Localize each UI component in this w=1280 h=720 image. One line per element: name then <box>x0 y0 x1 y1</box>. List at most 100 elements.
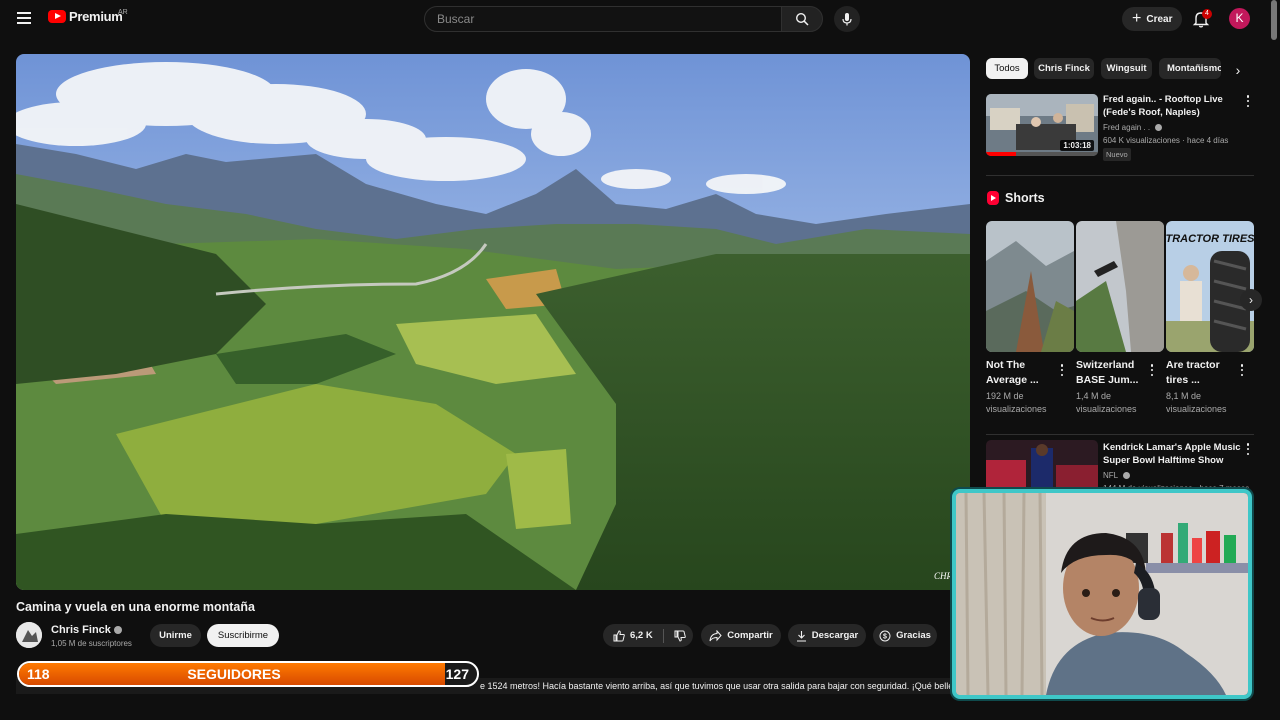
video-frame-mountain-landscape: CHRIS FINCK <box>16 54 970 590</box>
section-divider <box>986 175 1254 176</box>
short-views: 192 M de visualizaciones <box>986 390 1066 416</box>
download-button[interactable]: Descargar <box>788 624 866 647</box>
verified-icon <box>113 626 122 635</box>
short-thumbnail[interactable] <box>1076 221 1164 352</box>
chip-wingsuit[interactable]: Wingsuit <box>1101 58 1152 79</box>
top-bar: Premium AR + Crear 4 K <box>0 0 1280 38</box>
subscribe-label: Suscribirme <box>217 630 269 641</box>
short-title-line: Not The <box>986 359 1026 371</box>
channel-avatar[interactable] <box>16 622 42 648</box>
join-button[interactable]: Unirme <box>150 624 201 647</box>
short-title[interactable]: Switzerland BASE Jum... <box>1076 358 1148 388</box>
short-title-line: Switzerland <box>1076 359 1135 371</box>
share-label: Compartir <box>727 630 773 641</box>
base-jump-thumbnail-image <box>1076 221 1164 352</box>
short-title[interactable]: Are tractor tires ... <box>1166 358 1238 388</box>
short-title-line: tires ... <box>1166 374 1200 386</box>
shorts-heading-text: Shorts <box>1005 191 1045 205</box>
short-title-line: Average ... <box>986 374 1039 386</box>
youtube-logo[interactable]: Premium AR <box>48 9 128 24</box>
thumbs-down-icon[interactable] <box>674 630 686 642</box>
search-box <box>424 6 782 32</box>
more-actions-icon[interactable] <box>1058 363 1066 377</box>
chip-chris-finck[interactable]: Chris Finck <box>1034 58 1094 79</box>
thanks-label: Gracias <box>896 630 931 641</box>
short-views: 8,1 M de visualizaciones <box>1166 390 1246 416</box>
search-input[interactable] <box>425 7 781 31</box>
video-player[interactable]: CHRIS FINCK <box>16 54 970 590</box>
short-title-line: BASE Jum... <box>1076 374 1139 386</box>
recommendation-title-line: (Fede's Roof, Naples) <box>1103 107 1200 118</box>
thanks-button[interactable]: $ Gracias <box>873 624 937 647</box>
description-ticker: e 1524 metros! Hacía bastante viento arr… <box>480 681 950 691</box>
short-views-line: 192 M de <box>986 391 1024 401</box>
recommendation-channel[interactable]: Fred again . . <box>1103 121 1163 134</box>
more-actions-icon[interactable] <box>1244 94 1252 108</box>
search-icon <box>795 12 809 26</box>
short-views-line: 8,1 M de <box>1166 391 1202 401</box>
halftime-show-thumbnail-image <box>986 440 1098 492</box>
chip-all[interactable]: Todos <box>986 58 1028 79</box>
short-title[interactable]: Not The Average ... <box>986 358 1058 388</box>
user-avatar[interactable]: K <box>1229 8 1250 29</box>
chevron-right-icon[interactable]: › <box>1226 58 1250 82</box>
recommendation-title[interactable]: Fred again.. - Rooftop Live (Fede's Roof… <box>1103 93 1233 119</box>
recommendation-thumbnail[interactable]: 1:03:18 <box>986 94 1098 156</box>
logo-text: Premium <box>69 9 123 24</box>
logo-region: AR <box>118 9 128 16</box>
tractor-tire-thumbnail-image: TRACTOR TIRES <box>1166 221 1254 352</box>
channel-name[interactable]: Chris Finck <box>51 624 122 636</box>
recommendation-title-line: Super Bowl Halftime Show <box>1103 455 1224 466</box>
like-count: 6,2 K <box>630 630 653 641</box>
menu-icon[interactable] <box>14 9 34 29</box>
more-actions-icon[interactable] <box>1238 363 1246 377</box>
like-button[interactable]: 6,2 K <box>613 629 653 642</box>
download-label: Descargar <box>811 630 859 641</box>
create-label: Crear <box>1146 13 1173 25</box>
short-thumbnail-caption: TRACTOR TIRES <box>1166 233 1254 245</box>
follower-goal-bar: 118 SEGUIDORES 127 <box>17 661 479 687</box>
search-button[interactable] <box>781 6 823 32</box>
recommendation-channel-name: Fred again . . <box>1103 123 1151 132</box>
webcam-overlay <box>952 489 1252 699</box>
recommendation-title-line: Kendrick Lamar's Apple Music <box>1103 442 1241 453</box>
mountain-ridge-thumbnail-image <box>986 221 1074 352</box>
recommendation-thumbnail[interactable] <box>986 440 1098 492</box>
short-views-line: visualizaciones <box>986 404 1047 414</box>
subscribe-button[interactable]: Suscribirme <box>207 624 279 647</box>
short-title-line: Are tractor <box>1166 359 1220 371</box>
more-actions-icon[interactable] <box>1148 363 1156 377</box>
recommendation-stats: 604 K visualizaciones · hace 4 días <box>1103 136 1229 145</box>
short-views-line: 1,4 M de <box>1076 391 1112 401</box>
share-icon <box>709 629 722 641</box>
create-button[interactable]: + Crear <box>1122 7 1183 31</box>
follower-goal-label: SEGUIDORES <box>187 666 281 682</box>
microphone-icon <box>842 13 852 26</box>
video-duration: 1:03:18 <box>1060 140 1094 151</box>
recommendation-title-line: Fred again.. - Rooftop Live <box>1103 94 1223 105</box>
notification-count-badge: 4 <box>1202 9 1212 19</box>
short-views: 1,4 M de visualizaciones <box>1076 390 1156 416</box>
voice-search-button[interactable] <box>834 6 860 32</box>
super-thanks-icon: $ <box>879 630 891 641</box>
video-title: Camina y vuela en una enorme montaña <box>16 600 255 614</box>
youtube-play-icon <box>48 10 66 23</box>
like-dislike-group: 6,2 K <box>603 624 693 647</box>
short-views-line: visualizaciones <box>1076 404 1137 414</box>
plus-icon: + <box>1132 10 1142 27</box>
section-divider <box>986 434 1254 435</box>
recommendation-title[interactable]: Kendrick Lamar's Apple Music Super Bowl … <box>1103 441 1243 467</box>
thumbs-up-icon <box>613 629 625 641</box>
recommendation-channel[interactable]: NFL <box>1103 469 1131 482</box>
more-actions-icon[interactable] <box>1244 442 1252 456</box>
short-thumbnail[interactable]: TRACTOR TIRES <box>1166 221 1254 352</box>
share-button[interactable]: Compartir <box>701 624 781 647</box>
join-label: Unirme <box>159 630 192 641</box>
verified-icon <box>1123 472 1131 480</box>
page-scrollbar[interactable] <box>1271 0 1277 40</box>
svg-text:$: $ <box>883 633 887 640</box>
short-thumbnail[interactable] <box>986 221 1074 352</box>
chip-mountaineering[interactable]: Montañismo <box>1159 58 1221 79</box>
shorts-next-icon[interactable]: › <box>1240 289 1262 311</box>
channel-avatar-image <box>16 622 42 648</box>
